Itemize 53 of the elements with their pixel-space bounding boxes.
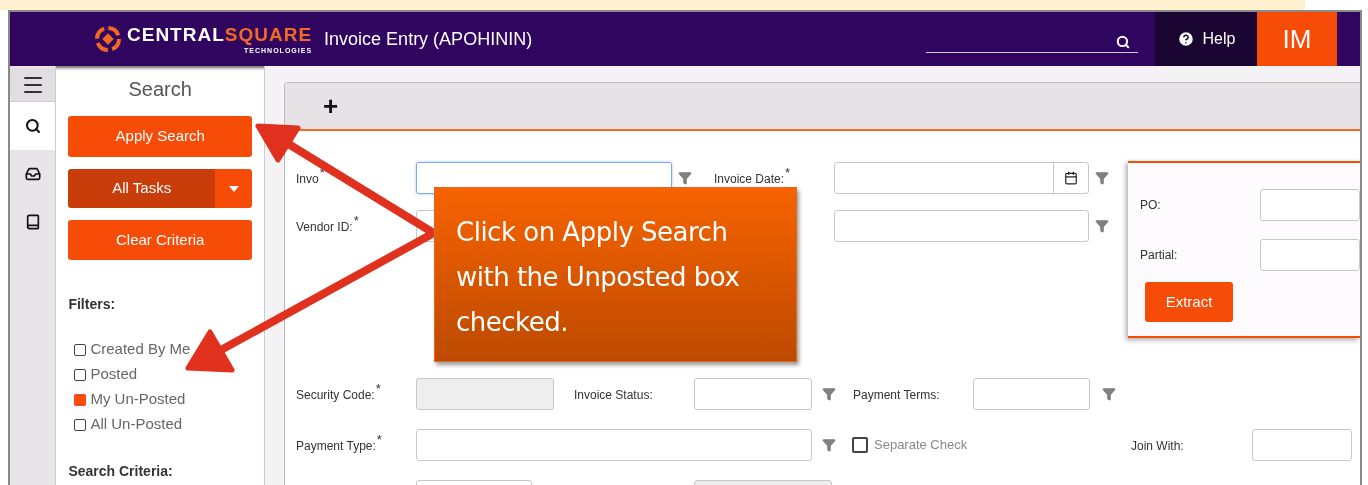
filter-icon[interactable] <box>822 387 836 401</box>
checkbox[interactable] <box>74 393 87 406</box>
filter-label: Posted <box>90 364 138 385</box>
inbox-icon <box>24 166 41 182</box>
checkbox-label: Separate Check <box>874 436 968 455</box>
user-avatar[interactable]: IM <box>1257 12 1337 66</box>
field-label: Join With: <box>1131 439 1184 453</box>
help-button[interactable]: Help <box>1155 12 1257 66</box>
filters-heading: Filters: <box>68 295 117 314</box>
input-field[interactable] <box>694 378 812 410</box>
date-field[interactable] <box>834 162 1089 194</box>
field-label: Partial: <box>1140 247 1179 264</box>
input-field[interactable] <box>1260 189 1360 221</box>
field-label: PO: <box>1140 197 1162 214</box>
checkbox[interactable] <box>74 343 87 356</box>
filter-label: My Un-Posted <box>90 389 186 410</box>
checkbox[interactable] <box>74 418 87 431</box>
field-label: Invoice Status: <box>574 388 653 402</box>
add-button[interactable]: + <box>323 93 339 119</box>
filter-icon[interactable] <box>1095 171 1109 185</box>
field-label: Payment Terms: <box>853 388 940 402</box>
filter-icon[interactable] <box>822 438 836 452</box>
search-icon <box>1116 34 1130 49</box>
sidebar-title: Search <box>127 77 193 102</box>
dropdown-button[interactable] <box>215 169 252 208</box>
clear-criteria-button[interactable]: Clear Criteria <box>68 220 252 260</box>
input-field[interactable] <box>1260 239 1360 271</box>
calendar-icon <box>1064 171 1078 185</box>
filter-label: All Un-Posted <box>90 414 183 435</box>
help-icon <box>1176 30 1195 48</box>
input-field[interactable] <box>1252 429 1352 461</box>
book-icon <box>24 214 41 230</box>
apply-search-button[interactable]: Apply Search <box>68 116 252 157</box>
input-field[interactable] <box>834 210 1089 242</box>
filter-label: Created By Me <box>90 339 191 360</box>
search-icon <box>24 118 41 134</box>
input-field[interactable] <box>416 429 812 461</box>
filter-icon[interactable] <box>1102 387 1116 401</box>
checkbox[interactable] <box>74 368 87 381</box>
extract-button[interactable]: Extract <box>1145 282 1233 322</box>
input-field[interactable] <box>973 378 1090 410</box>
logo-icon <box>95 26 121 52</box>
filter-icon[interactable] <box>1095 219 1109 233</box>
logo-text: CENTRALSQUARE <box>127 24 313 44</box>
checkbox[interactable] <box>852 437 868 453</box>
search-criteria-heading: Search Criteria: <box>68 462 174 481</box>
filter-icon[interactable] <box>678 171 692 185</box>
callout-text: Click on Apply Search with the Unposted box checked. <box>456 216 741 339</box>
caret-icon <box>228 185 239 192</box>
all-tasks-button[interactable]: All Tasks <box>68 169 215 208</box>
all-tasks-split-button[interactable]: All Tasks <box>68 169 252 208</box>
page-title: Invoice Entry (APOHININ) <box>324 27 533 51</box>
menu-button[interactable] <box>10 68 56 102</box>
